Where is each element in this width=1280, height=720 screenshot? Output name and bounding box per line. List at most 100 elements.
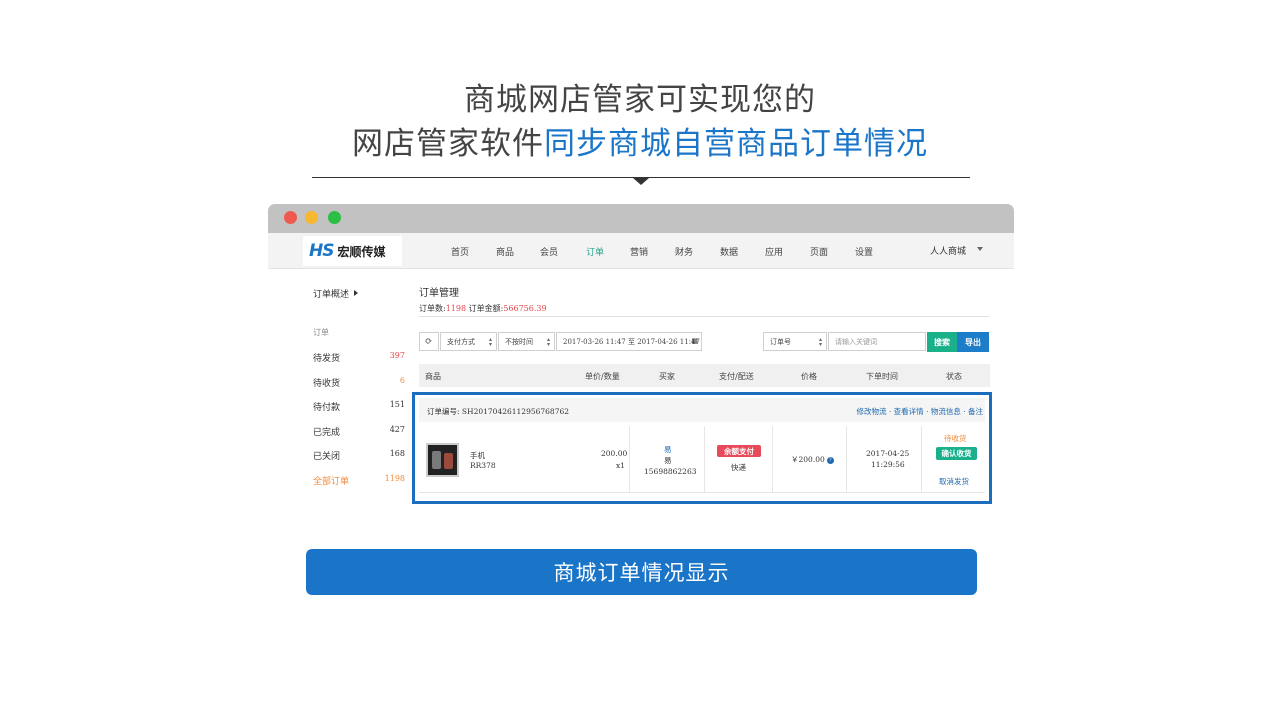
status-badge: 待收货 [944, 434, 967, 443]
chevron-down-icon [977, 247, 983, 251]
cell-divider [921, 426, 922, 492]
logo-mark: HS [309, 241, 335, 261]
maximize-window-icon[interactable] [328, 211, 341, 224]
quantity: x1 [616, 461, 626, 470]
col-pay-delivery: 支付/配送 [719, 372, 754, 381]
stats-label-amount: 订单金额: [468, 304, 504, 313]
sidebar-item-pending-payment[interactable]: 待付款 [313, 400, 340, 413]
window-titlebar [268, 204, 1014, 233]
nav-products[interactable]: 商品 [496, 245, 514, 258]
payment-tag: 余额支付 [717, 445, 761, 457]
select-arrows-icon: ▴ ▾ [546, 336, 550, 348]
nav-orders[interactable]: 订单 [586, 245, 604, 258]
sidebar-count-closed: 168 [389, 449, 405, 458]
order-price: ￥200.00? [791, 455, 834, 465]
delivery-method: 快递 [731, 463, 746, 472]
page-title: 订单管理 [419, 288, 459, 299]
time-filter-value: 不按时间 [505, 337, 533, 346]
product-name[interactable]: 手机 [470, 451, 485, 461]
cell-divider [772, 426, 773, 492]
stats-value-count: 1198 [445, 304, 467, 313]
sidebar-count-completed: 427 [389, 425, 405, 434]
col-buyer: 买家 [659, 372, 675, 381]
nav-finance[interactable]: 财务 [675, 245, 693, 258]
sidebar-item-closed[interactable]: 已关闭 [313, 449, 340, 462]
row-divider [419, 492, 985, 493]
headline-line-2: 网店管家软件同步商城自营商品订单情况 [0, 122, 1280, 166]
brand-logo[interactable]: HS 宏顺传媒 [303, 236, 402, 266]
order-number: 订单编号: SH20170426112956768762 [427, 407, 570, 416]
sidebar-item-pending-shipment[interactable]: 待发货 [313, 351, 340, 364]
keyword-placeholder: 请输入关键词 [835, 337, 877, 346]
headline-line-1: 商城网店管家可实现您的 [464, 82, 816, 118]
stats-value-amount: 566756.39 [503, 304, 547, 313]
buyer-phone: 15698862263 [644, 467, 697, 476]
col-status: 状态 [946, 372, 962, 381]
date-range-input[interactable]: 2017-03-26 11:47 至 2017-04-26 11:47 ▦ [556, 332, 702, 351]
sidebar-overview[interactable]: 订单概述 [313, 287, 349, 300]
nav-home[interactable]: 首页 [451, 245, 469, 258]
sidebar-count-pending-receipt: 6 [399, 376, 405, 385]
col-order-time: 下单时间 [866, 372, 898, 381]
order-stats: 订单数:1198 订单金额:566756.39 [419, 303, 547, 314]
nav-marketing[interactable]: 营销 [630, 245, 648, 258]
nav-apps[interactable]: 应用 [765, 245, 783, 258]
cell-divider [629, 426, 630, 492]
divider-arrow-icon [633, 178, 649, 185]
time-filter-select[interactable]: 不按时间 ▴ ▾ [498, 332, 555, 351]
refresh-icon: ⟳ [425, 336, 433, 347]
col-price-qty: 单价/数量 [585, 372, 620, 381]
order-action-links[interactable]: 修改物流 · 查看详情 · 物流信息 · 备注 [857, 406, 983, 417]
export-button[interactable]: 导出 [957, 332, 989, 352]
title-divider [418, 316, 990, 317]
sidebar-item-all-orders[interactable]: 全部订单 [313, 474, 349, 487]
confirm-receipt-button[interactable]: 确认收货 [936, 447, 977, 460]
table-header: 商品 单价/数量 买家 支付/配送 价格 下单时间 状态 [419, 364, 990, 387]
col-price: 价格 [801, 372, 817, 381]
order-display-banner-button[interactable]: 商城订单情况显示 [306, 549, 977, 595]
top-navbar: HS 宏顺传媒 首页 商品 会员 订单 营销 财务 数据 应用 页面 设置 人人… [268, 233, 1014, 269]
headline-plain: 网店管家软件 [352, 126, 544, 162]
nav-members[interactable]: 会员 [540, 245, 558, 258]
close-window-icon[interactable] [284, 211, 297, 224]
order-date: 2017-04-25 [866, 449, 910, 458]
order-time: 11:29:56 [871, 460, 905, 469]
product-sku: RR378 [470, 461, 496, 470]
search-button[interactable]: 搜索 [927, 332, 957, 352]
sidebar-count-all-orders: 1198 [384, 474, 405, 483]
payment-method-value: 支付方式 [447, 337, 475, 346]
col-product: 商品 [425, 372, 441, 381]
logo-text: 宏顺传媒 [337, 244, 386, 259]
headline: 商城网店管家可实现您的 网店管家软件同步商城自营商品订单情况 [0, 78, 1280, 166]
payment-method-select[interactable]: 支付方式 ▴ ▾ [440, 332, 497, 351]
cell-divider [846, 426, 847, 492]
sidebar-count-pending-shipment: 397 [389, 351, 405, 360]
stats-label-count: 订单数: [419, 304, 446, 313]
nav-settings[interactable]: 设置 [855, 245, 873, 258]
cell-divider [704, 426, 705, 492]
nav-pages[interactable]: 页面 [810, 245, 828, 258]
buyer-name: 易 [664, 456, 672, 465]
help-icon[interactable]: ? [826, 456, 834, 464]
sidebar-item-completed[interactable]: 已完成 [313, 425, 340, 438]
product-thumbnail[interactable] [426, 443, 459, 477]
search-type-select[interactable]: 订单号 ▴ ▾ [763, 332, 827, 351]
store-selector[interactable]: 人人商城 [930, 244, 966, 257]
refresh-button[interactable]: ⟳ [419, 332, 439, 351]
sidebar-count-pending-payment: 151 [389, 400, 405, 409]
search-type-value: 订单号 [770, 337, 791, 346]
buyer-link[interactable]: 易 [664, 445, 672, 455]
order-header: 订单编号: SH20170426112956768762 修改物流 · 查看详情… [419, 398, 985, 422]
calendar-icon: ▦ [691, 337, 698, 345]
select-arrows-icon: ▴ ▾ [488, 336, 492, 348]
headline-highlight: 同步商城自营商品订单情况 [544, 126, 928, 162]
order-row-highlight: 订单编号: SH20170426112956768762 修改物流 · 查看详情… [412, 392, 992, 504]
cancel-shipment-link[interactable]: 取消发货 [939, 477, 969, 487]
select-arrows-icon: ▴ ▾ [818, 336, 822, 348]
minimize-window-icon[interactable] [305, 211, 318, 224]
order-price-value: ￥200.00 [791, 455, 825, 464]
nav-data[interactable]: 数据 [720, 245, 738, 258]
unit-price: 200.00 [601, 449, 628, 458]
sidebar-item-pending-receipt[interactable]: 待收货 [313, 376, 340, 389]
keyword-input[interactable]: 请输入关键词 [828, 332, 926, 351]
